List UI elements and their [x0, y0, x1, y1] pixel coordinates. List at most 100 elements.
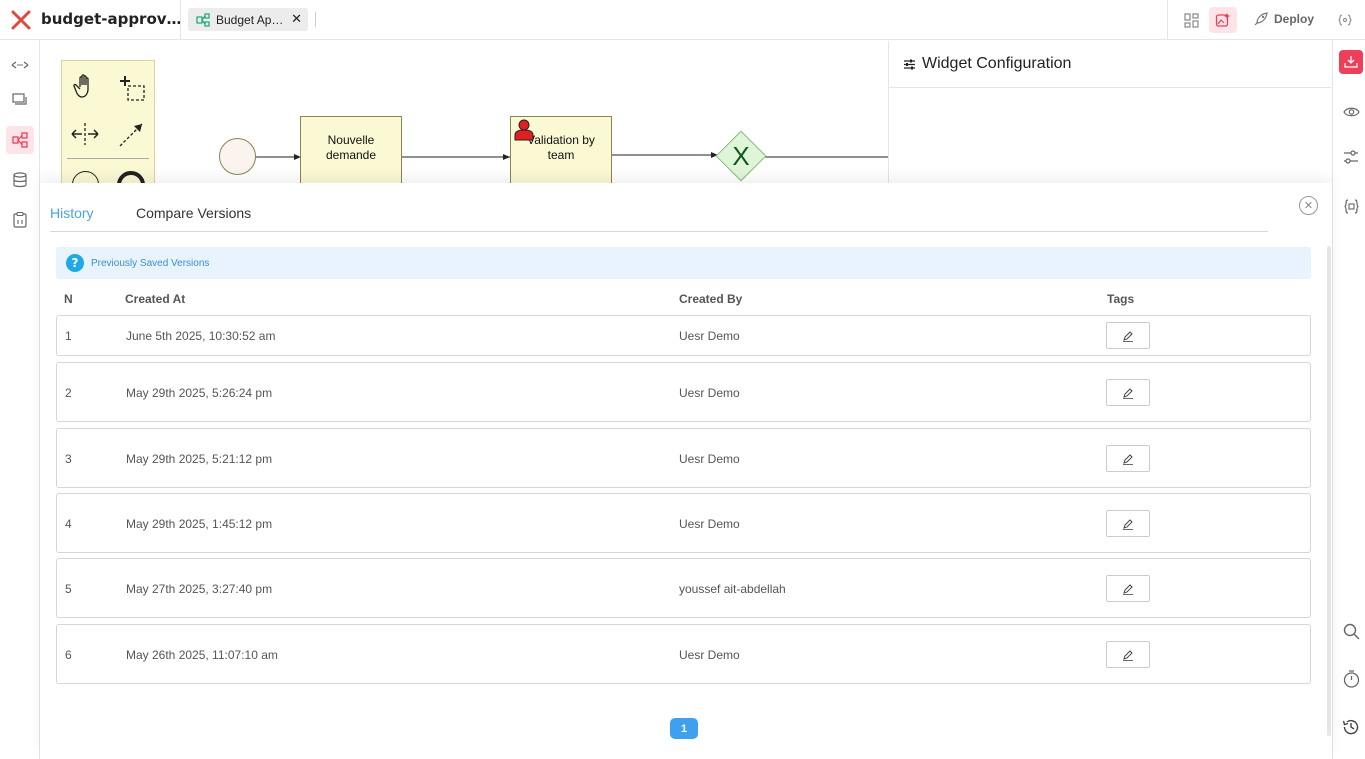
table-row[interactable]: 2 May 29th 2025, 5:26:24 pm Uesr Demo	[56, 362, 1311, 422]
widget-configuration-panel: Widget Configuration	[888, 41, 1331, 183]
edit-tags-button[interactable]	[1106, 510, 1150, 537]
cell-n: 1	[65, 329, 72, 343]
ai-designer-button[interactable]	[1209, 7, 1237, 33]
cell-created-by: Uesr Demo	[679, 517, 740, 531]
table-row[interactable]: 6 May 26th 2025, 11:07:10 am Uesr Demo	[56, 624, 1311, 684]
cell-created-at: June 5th 2025, 10:30:52 am	[126, 329, 276, 343]
task-nouvelle-demande[interactable]: Nouvelle demande	[300, 116, 402, 183]
left-sidebar	[0, 40, 40, 759]
cell-created-by: Uesr Demo	[679, 386, 740, 400]
pencil-icon	[1123, 583, 1133, 595]
task-label-line: demande	[325, 148, 377, 162]
sidebar-item-process[interactable]	[6, 126, 34, 154]
column-header-created-by: Created By	[679, 292, 743, 306]
layout-grid-button[interactable]	[1177, 7, 1205, 33]
process-diagram-icon	[196, 12, 210, 27]
close-tab-icon[interactable]: ✕	[291, 12, 302, 27]
table-row[interactable]: 3 May 29th 2025, 5:21:12 pm Uesr Demo	[56, 428, 1311, 488]
clipboard-icon	[13, 212, 27, 228]
sidebar-item-layers[interactable]	[6, 86, 34, 114]
deploy-button[interactable]: Deploy	[1254, 12, 1314, 26]
edit-tags-button[interactable]	[1106, 322, 1150, 349]
settings-button[interactable]	[1339, 145, 1363, 169]
rocket-icon	[1254, 12, 1268, 26]
cell-created-by: Uesr Demo	[679, 452, 740, 466]
cell-n: 2	[65, 386, 72, 400]
cell-created-at: May 29th 2025, 1:45:12 pm	[126, 517, 273, 531]
eye-icon	[1342, 107, 1360, 117]
layers-icon	[12, 93, 27, 105]
task-label-line: team	[547, 148, 575, 162]
cell-created-by: Uesr Demo	[679, 329, 740, 343]
edit-tags-button[interactable]	[1106, 445, 1150, 472]
help-icon: ?	[66, 254, 84, 272]
database-icon	[13, 172, 27, 188]
stopwatch-icon	[1343, 670, 1359, 688]
tab-history[interactable]: History	[50, 205, 94, 221]
flow-connectors	[256, 152, 888, 160]
image-sparkle-icon	[1215, 13, 1230, 27]
version-history-panel: ✕ History Compare Versions ? Previously …	[40, 183, 1332, 759]
gateway-x-icon: X	[732, 140, 750, 171]
cell-created-by: youssef ait-abdellah	[679, 582, 786, 596]
edit-tags-button[interactable]	[1106, 641, 1150, 668]
tabs-underline	[50, 231, 1268, 232]
pagination-page-button[interactable]: 1	[670, 718, 698, 739]
close-panel-icon[interactable]: ✕	[1299, 196, 1318, 215]
code-button[interactable]	[1339, 194, 1363, 218]
tab-label: Budget Ap…	[216, 12, 284, 27]
sidebar-item-expand[interactable]	[6, 51, 34, 79]
cell-n: 4	[65, 517, 72, 531]
preview-button[interactable]	[1339, 100, 1363, 124]
task-validation-by-team[interactable]: Validation by team	[510, 116, 612, 183]
divider	[315, 12, 316, 27]
timer-button[interactable]	[1339, 667, 1363, 691]
column-header-tags: Tags	[1107, 292, 1135, 306]
table-row[interactable]: 5 May 27th 2025, 3:27:40 pm youssef ait-…	[56, 558, 1311, 618]
pencil-icon	[1123, 330, 1133, 342]
code-braces-icon	[1338, 14, 1352, 26]
widget-header: Widget Configuration	[889, 41, 1331, 88]
search-button[interactable]	[1339, 619, 1363, 643]
tab-compare-versions[interactable]: Compare Versions	[136, 205, 251, 221]
column-header-created-at: Created At	[125, 292, 186, 306]
user-task-icon	[514, 119, 534, 141]
cell-n: 6	[65, 648, 72, 662]
divider	[1167, 0, 1168, 40]
app-title: budget-approv…	[41, 10, 182, 28]
sidebar-item-database[interactable]	[6, 166, 34, 194]
tab-budget-approval[interactable]: Budget Ap… ✕	[188, 8, 308, 31]
bpmn-canvas[interactable]: Nouvelle demande Validation by team X	[41, 41, 888, 183]
edit-tags-button[interactable]	[1106, 379, 1150, 406]
deploy-label: Deploy	[1274, 12, 1315, 26]
task-label-line: Nouvelle	[327, 133, 375, 147]
info-banner: ? Previously Saved Versions	[56, 247, 1311, 279]
history-button[interactable]	[1339, 715, 1363, 739]
divider	[180, 0, 181, 40]
api-button[interactable]	[1331, 7, 1359, 33]
right-sidebar	[1332, 40, 1365, 759]
code-braces-icon	[1343, 198, 1359, 214]
cell-created-at: May 29th 2025, 5:21:12 pm	[126, 452, 273, 466]
app-logo-icon[interactable]	[10, 9, 32, 31]
start-event[interactable]	[219, 138, 256, 175]
scrollbar[interactable]	[1327, 246, 1331, 736]
download-button[interactable]	[1339, 50, 1363, 74]
pencil-icon	[1123, 518, 1133, 530]
table-row[interactable]: 1 June 5th 2025, 10:30:52 am Uesr Demo	[56, 315, 1311, 356]
download-tray-icon	[1344, 56, 1358, 68]
widget-title: Widget Configuration	[922, 55, 1072, 72]
cell-created-at: May 26th 2025, 11:07:10 am	[126, 648, 278, 662]
process-diagram-icon	[12, 132, 28, 148]
pencil-icon	[1123, 453, 1133, 465]
search-icon	[1343, 623, 1360, 640]
pencil-icon	[1123, 387, 1133, 399]
sliders-icon	[904, 59, 915, 69]
sidebar-item-clipboard[interactable]	[6, 206, 34, 234]
grid-icon	[1183, 12, 1199, 28]
info-text: Previously Saved Versions	[91, 257, 210, 269]
cell-n: 5	[65, 582, 72, 596]
sliders-icon	[1344, 150, 1358, 164]
table-row[interactable]: 4 May 29th 2025, 1:45:12 pm Uesr Demo	[56, 493, 1311, 553]
edit-tags-button[interactable]	[1106, 575, 1150, 602]
